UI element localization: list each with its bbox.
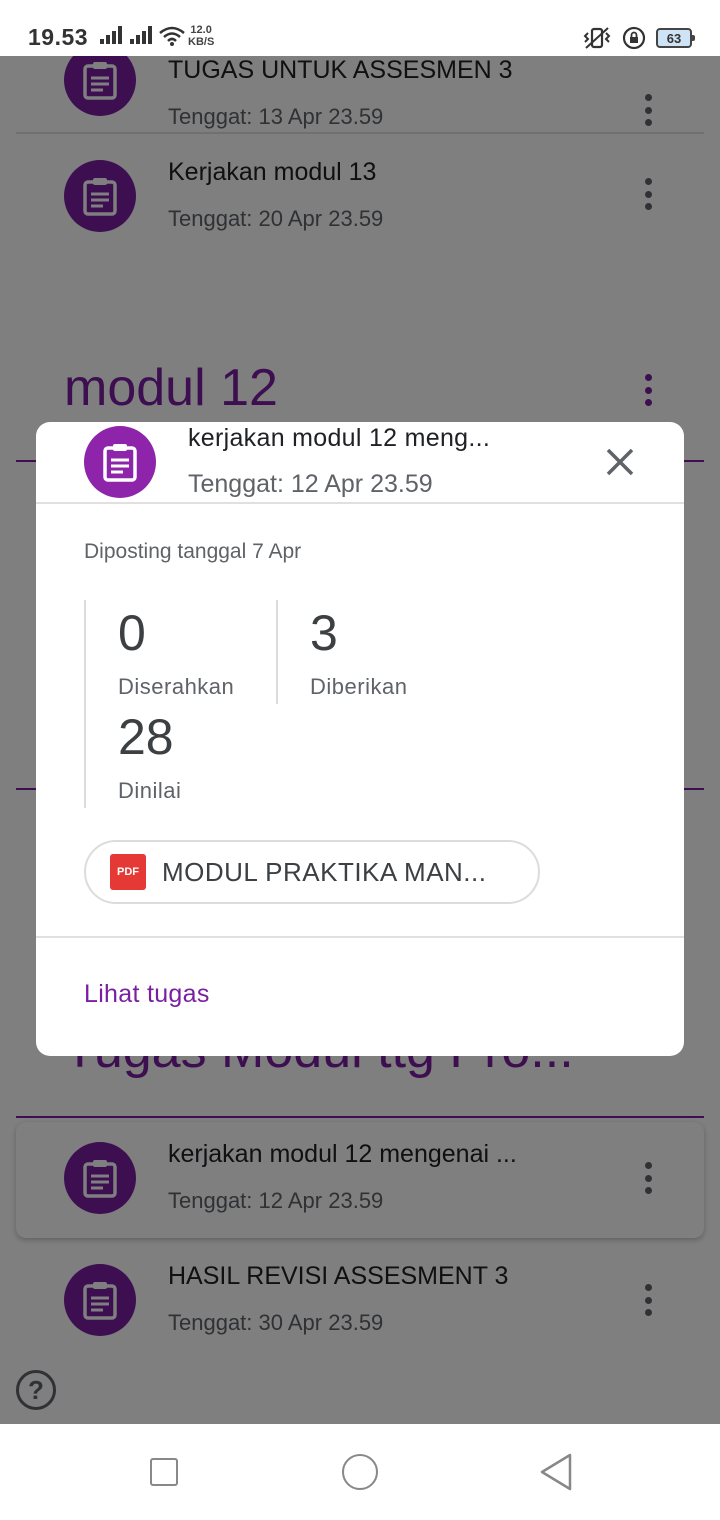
dialog-due-date: Tenggat: 12 Apr 23.59	[188, 470, 433, 498]
recent-apps-icon[interactable]	[150, 1458, 178, 1486]
attachment-chip[interactable]: PDF MODUL PRAKTIKA MAN...	[84, 840, 540, 904]
divider	[36, 502, 684, 504]
status-bar: 19.53 12.0 KB/S 63	[0, 0, 720, 56]
signal-icon	[100, 26, 122, 44]
view-assignment-button[interactable]: Lihat tugas	[84, 980, 210, 1009]
battery-indicator: 63	[656, 28, 695, 48]
assigned-count: 3	[310, 605, 338, 661]
signal-icon	[130, 26, 152, 44]
system-navigation-bar	[0, 1424, 720, 1520]
submitted-count: 0	[118, 605, 146, 661]
assignment-icon	[84, 426, 156, 498]
rotation-lock-icon	[622, 26, 646, 50]
dialog-title: kerjakan modul 12 meng...	[188, 424, 491, 452]
home-icon[interactable]	[342, 1454, 378, 1490]
submitted-label: Diserahkan	[118, 674, 235, 699]
submission-stats: 0 Diserahkan 3 Diberikan 28 Dinilai	[84, 600, 484, 808]
attachment-name: MODUL PRAKTIKA MAN...	[162, 856, 487, 887]
back-icon[interactable]	[538, 1452, 574, 1492]
pdf-icon: PDF	[110, 854, 146, 890]
assigned-label: Diberikan	[310, 674, 408, 699]
divider	[36, 936, 684, 938]
status-time: 19.53	[28, 24, 89, 50]
graded-count: 28	[118, 709, 174, 765]
close-icon[interactable]	[600, 442, 640, 482]
vibrate-icon	[583, 27, 611, 49]
divider	[276, 600, 278, 704]
network-speed: 12.0 KB/S	[188, 24, 215, 48]
wifi-icon	[159, 26, 185, 46]
divider	[84, 600, 86, 808]
graded-label: Dinilai	[118, 778, 182, 803]
posted-date: Diposting tanggal 7 Apr	[84, 540, 302, 563]
assignment-details-dialog: kerjakan modul 12 meng... Tenggat: 12 Ap…	[36, 422, 684, 1056]
